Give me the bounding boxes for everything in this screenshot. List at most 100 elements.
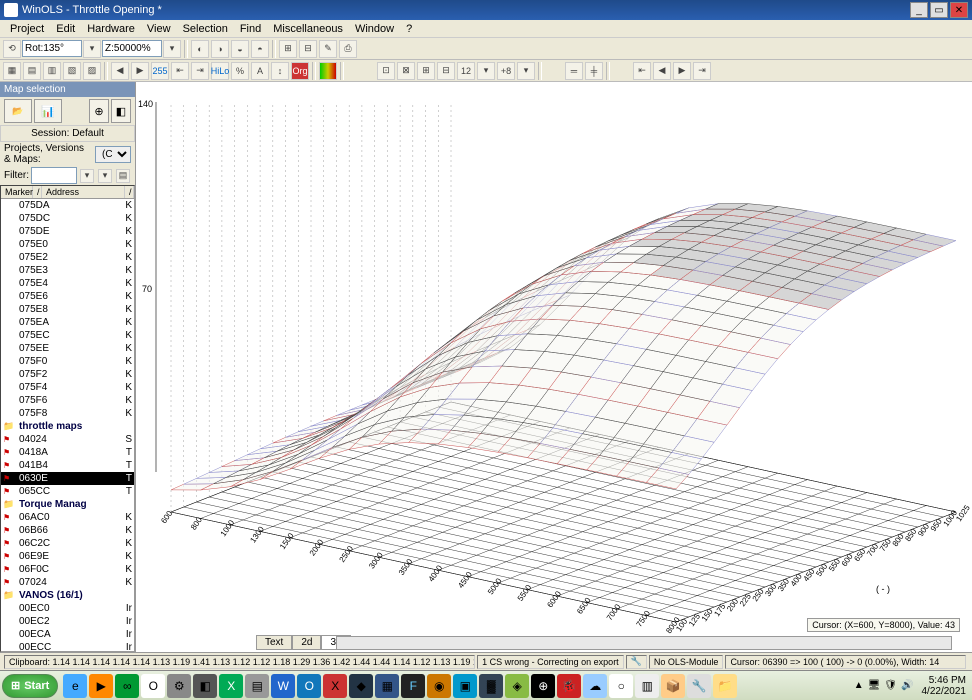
menu-view[interactable]: View: [141, 23, 177, 35]
menu-hardware[interactable]: Hardware: [81, 23, 141, 35]
tool-btn[interactable]: ◀: [653, 62, 671, 80]
tree-row[interactable]: 📁Torque Manag: [1, 498, 134, 511]
menu-miscellaneous[interactable]: Miscellaneous: [267, 23, 349, 35]
tool-btn[interactable]: 12: [457, 62, 475, 80]
tree-row[interactable]: 075E4K: [1, 277, 134, 290]
tray-icon[interactable]: 🛡: [884, 680, 897, 691]
tool-btn[interactable]: ▾: [83, 40, 101, 58]
tree-row[interactable]: ⚑041B4T: [1, 459, 134, 472]
taskbar-icon[interactable]: ▶: [89, 674, 113, 698]
taskbar-icon[interactable]: O: [141, 674, 165, 698]
tree-row[interactable]: ⚑06C2CK: [1, 537, 134, 550]
tree-row[interactable]: 00EC0Ir: [1, 602, 134, 615]
taskbar-icon[interactable]: F: [401, 674, 425, 698]
tree-row[interactable]: 075E3K: [1, 264, 134, 277]
tool-btn[interactable]: ▤: [23, 62, 41, 80]
tree-row[interactable]: 075E6K: [1, 290, 134, 303]
tool-btn[interactable]: ⟲: [3, 40, 21, 58]
tool-btn[interactable]: ⊠: [397, 62, 415, 80]
tool-btn[interactable]: ⇤: [633, 62, 651, 80]
tree-row[interactable]: 075EEK: [1, 342, 134, 355]
tool-btn[interactable]: ⊡: [377, 62, 395, 80]
menu-?[interactable]: ?: [400, 23, 418, 35]
taskbar-icon[interactable]: ⚙: [167, 674, 191, 698]
taskbar-icon[interactable]: 📁: [713, 674, 737, 698]
tool-btn[interactable]: HiLo: [211, 62, 229, 80]
tool-btn[interactable]: ▶: [131, 62, 149, 80]
tool-btn[interactable]: 255: [151, 62, 169, 80]
tool-btn[interactable]: +8: [497, 62, 515, 80]
taskbar-icon[interactable]: ◈: [505, 674, 529, 698]
tree-row[interactable]: 075DAK: [1, 199, 134, 212]
start-button[interactable]: ⊞Start: [2, 674, 58, 698]
sidebar-tool-button[interactable]: ⊕: [89, 99, 109, 123]
taskbar-icon[interactable]: 🔧: [687, 674, 711, 698]
tool-btn[interactable]: ╪: [585, 62, 603, 80]
tool-btn[interactable]: ▾: [163, 40, 181, 58]
tree-row[interactable]: ⚑06E9EK: [1, 550, 134, 563]
taskbar-icon[interactable]: ∞: [115, 674, 139, 698]
minimize-button[interactable]: _: [910, 2, 928, 18]
taskbar-icon[interactable]: ☁: [583, 674, 607, 698]
taskbar-icon[interactable]: ○: [609, 674, 633, 698]
tree-row[interactable]: 075E8K: [1, 303, 134, 316]
filter-btn[interactable]: ▾: [98, 169, 112, 183]
menu-window[interactable]: Window: [349, 23, 400, 35]
tool-btn[interactable]: ⊞: [417, 62, 435, 80]
tray-icon[interactable]: 🖥: [868, 680, 881, 691]
tool-btn[interactable]: ◓: [251, 40, 269, 58]
filter-btn[interactable]: ▤: [116, 169, 130, 183]
filter-btn[interactable]: ▾: [80, 169, 94, 183]
pvm-select[interactable]: (Ctrl: [95, 146, 131, 163]
tree-row[interactable]: 075F6K: [1, 394, 134, 407]
tool-icon[interactable]: 🔧: [626, 655, 647, 669]
tree-row[interactable]: ⚑065CCT: [1, 485, 134, 498]
tool-btn[interactable]: ▾: [517, 62, 535, 80]
tree-row[interactable]: 075DCK: [1, 212, 134, 225]
tool-btn[interactable]: [319, 62, 337, 80]
tool-btn[interactable]: ⊟: [299, 40, 317, 58]
tree-row[interactable]: 075F4K: [1, 381, 134, 394]
tab-text[interactable]: Text: [256, 635, 292, 650]
tool-btn[interactable]: ⇤: [171, 62, 189, 80]
taskbar-icon[interactable]: ◆: [349, 674, 373, 698]
tree-row[interactable]: 075F0K: [1, 355, 134, 368]
menu-find[interactable]: Find: [234, 23, 267, 35]
taskbar-icon[interactable]: ▣: [453, 674, 477, 698]
taskbar-icon[interactable]: O: [297, 674, 321, 698]
tool-btn[interactable]: %: [231, 62, 249, 80]
tree-row[interactable]: 075ECK: [1, 329, 134, 342]
taskbar-icon[interactable]: ▥: [635, 674, 659, 698]
tool-btn[interactable]: ⊟: [437, 62, 455, 80]
taskbar-icon[interactable]: ◉: [427, 674, 451, 698]
taskbar-icon[interactable]: ▓: [479, 674, 503, 698]
tray-icon[interactable]: 🔊: [901, 680, 913, 691]
tool-btn[interactable]: ▦: [3, 62, 21, 80]
tree-row[interactable]: 00EC2Ir: [1, 615, 134, 628]
close-button[interactable]: ✕: [950, 2, 968, 18]
tool-btn[interactable]: ▨: [83, 62, 101, 80]
tree-row[interactable]: 075F8K: [1, 407, 134, 420]
tool-btn[interactable]: ▶: [673, 62, 691, 80]
rotation-input[interactable]: [22, 40, 82, 57]
taskbar-icon[interactable]: X: [219, 674, 243, 698]
tree-row[interactable]: 00ECCIr: [1, 641, 134, 650]
system-tray[interactable]: ▲ 🖥 🛡 🔊 5:46 PM 4/22/2021: [854, 675, 970, 697]
menu-edit[interactable]: Edit: [50, 23, 81, 35]
taskbar-icon[interactable]: ▤: [245, 674, 269, 698]
tool-btn[interactable]: ⊞: [279, 40, 297, 58]
tool-btn[interactable]: ◑: [211, 40, 229, 58]
tree-row[interactable]: ⚑06AC0K: [1, 511, 134, 524]
taskbar-icon[interactable]: 🐞: [557, 674, 581, 698]
open-folder-button[interactable]: 📂: [4, 99, 32, 123]
tree-row[interactable]: 📁throttle maps: [1, 420, 134, 433]
tree-row[interactable]: 075EAK: [1, 316, 134, 329]
sidebar-tool-button[interactable]: ◧: [111, 99, 131, 123]
tool-btn[interactable]: ═: [565, 62, 583, 80]
tool-btn[interactable]: ▥: [43, 62, 61, 80]
taskbar-icon[interactable]: X: [323, 674, 347, 698]
tool-btn[interactable]: ↕: [271, 62, 289, 80]
tool-btn[interactable]: Org: [291, 62, 309, 80]
tool-btn[interactable]: ⇥: [693, 62, 711, 80]
zoom-input[interactable]: [102, 40, 162, 57]
